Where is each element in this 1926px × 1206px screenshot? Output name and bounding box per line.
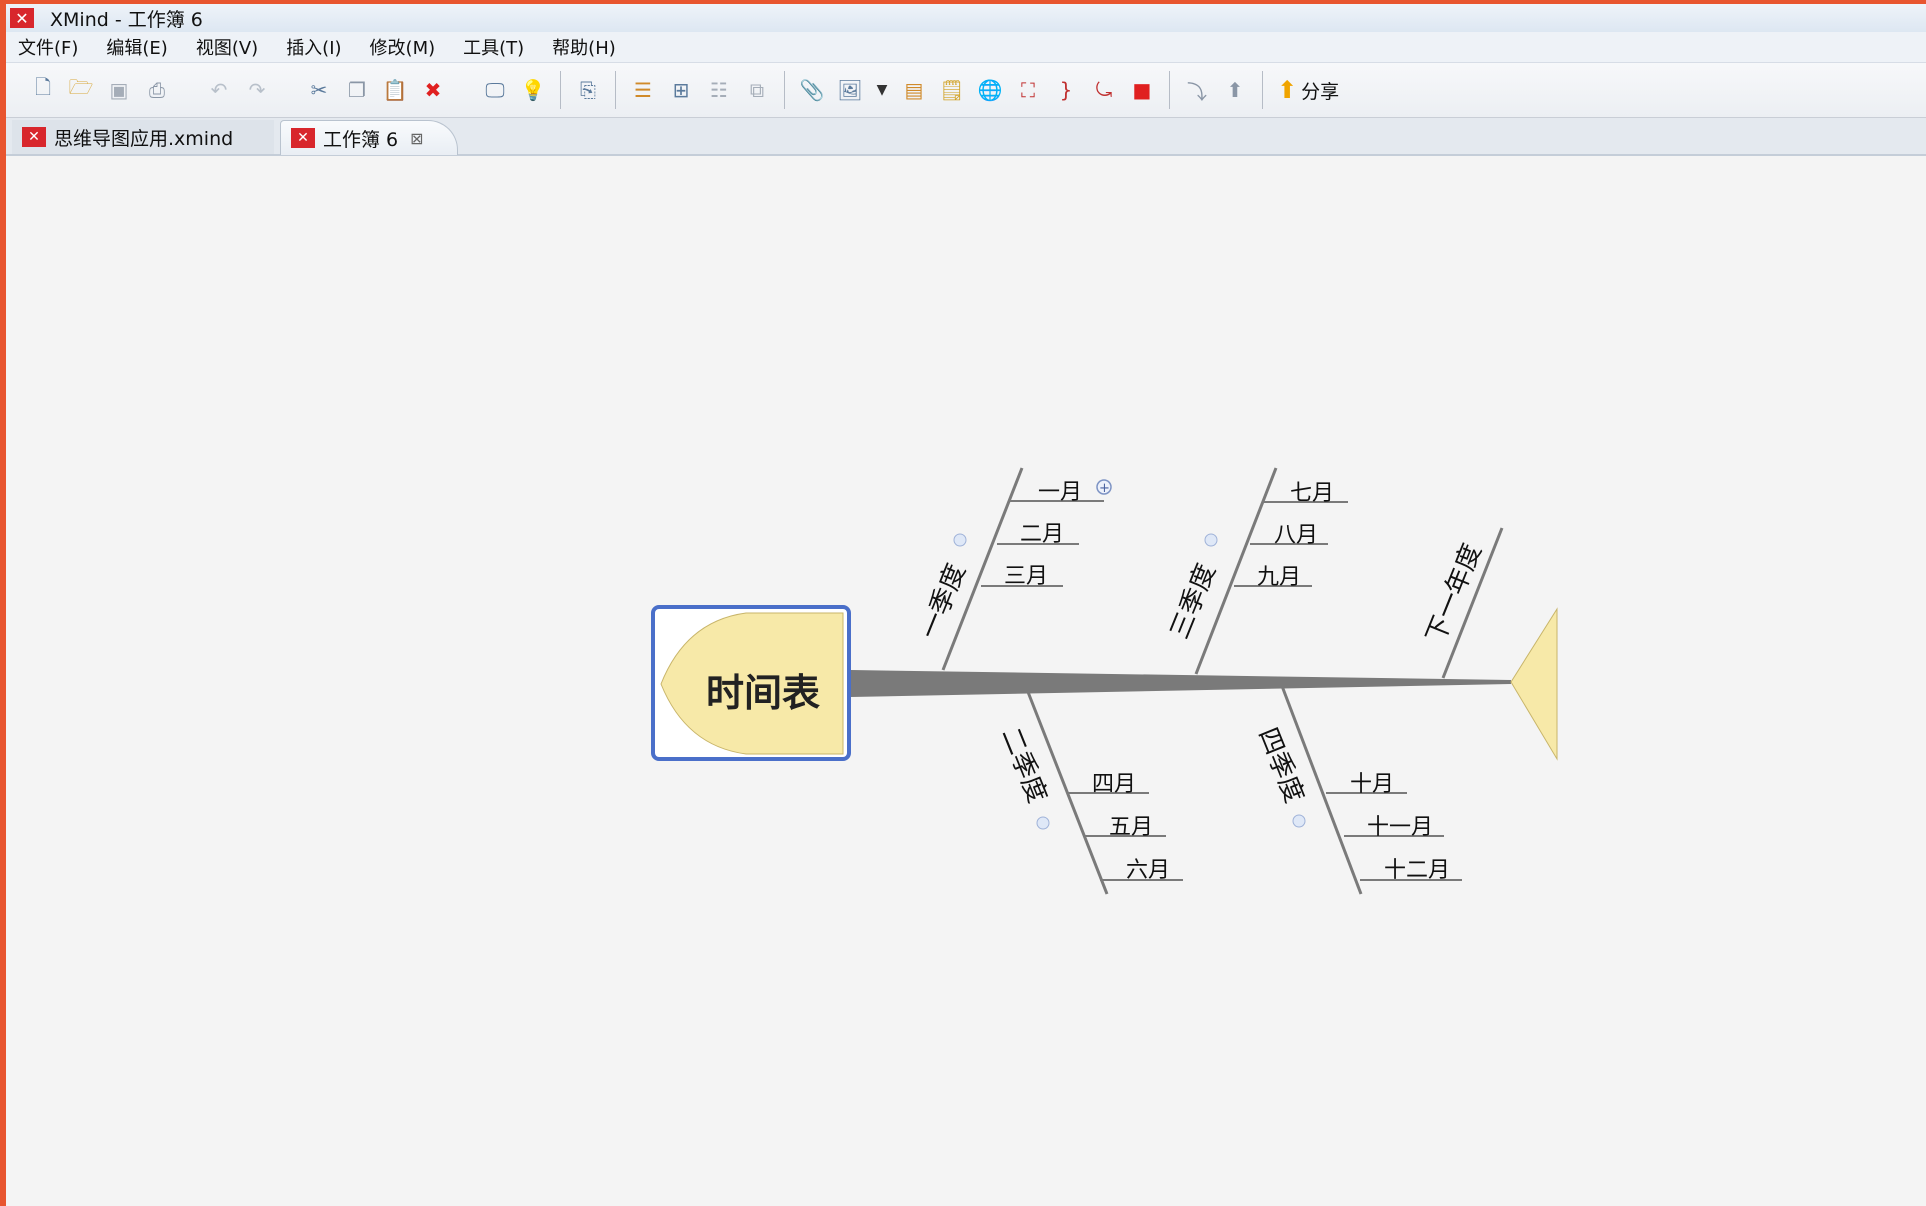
tab-label: 思维导图应用.xmind bbox=[54, 127, 234, 150]
fishbone-tail[interactable] bbox=[1510, 607, 1558, 761]
topic-jul[interactable]: 七月 bbox=[1290, 475, 1334, 507]
toolbar-separator bbox=[1169, 71, 1170, 109]
topic-icon[interactable]: ☰ bbox=[630, 77, 656, 103]
image-icon[interactable]: 🖼 bbox=[837, 77, 863, 103]
title-bar: ✕ XMind - 工作簿 6 bbox=[6, 4, 1926, 32]
presentation-icon[interactable]: 🖵 bbox=[482, 77, 508, 103]
save-icon[interactable]: ▣ bbox=[106, 77, 132, 103]
collapse-toggle-q4[interactable] bbox=[1292, 814, 1306, 828]
dropdown-icon[interactable]: ▼ bbox=[875, 77, 889, 103]
topic-jun[interactable]: 六月 bbox=[1126, 852, 1170, 884]
share-button[interactable]: ⬆ 分享 bbox=[1277, 76, 1339, 104]
tab-mindmap-file[interactable]: ✕ 思维导图应用.xmind bbox=[12, 120, 274, 154]
menu-insert[interactable]: 插入(I) bbox=[274, 34, 353, 60]
xmind-logo-icon: ✕ bbox=[10, 8, 34, 28]
paste-icon[interactable]: 📋 bbox=[382, 77, 408, 103]
summary-icon[interactable]: } bbox=[1053, 77, 1079, 103]
topic-jan[interactable]: 一月 bbox=[1038, 474, 1082, 506]
export-icon[interactable]: ⎘ bbox=[575, 77, 601, 103]
share-label: 分享 bbox=[1301, 80, 1340, 103]
callout-icon[interactable]: ☷ bbox=[706, 77, 732, 103]
topic-sep[interactable]: 九月 bbox=[1257, 559, 1301, 591]
toolbar: 🗋 🗁 ▣ ⎙ ↶ ↷ ✂ ❐ 📋 ✖ 🖵 💡 ⎘ ☰ ⊞ ☷ ⧉ 📎 🖼 ▼ … bbox=[6, 63, 1926, 118]
drill-up-icon[interactable]: ⬆ bbox=[1222, 77, 1248, 103]
topic-oct[interactable]: 十月 bbox=[1350, 766, 1394, 798]
attachment-icon[interactable]: 📎 bbox=[799, 77, 825, 103]
copy-icon[interactable]: ❐ bbox=[344, 77, 370, 103]
toolbar-separator bbox=[615, 71, 616, 109]
subtopic-icon[interactable]: ⊞ bbox=[668, 77, 694, 103]
tab-workbook-6[interactable]: ✕ 工作簿 6 ⊠ bbox=[280, 120, 458, 155]
window-title: XMind - 工作簿 6 bbox=[50, 8, 203, 31]
fishbone-spine bbox=[851, 670, 1511, 697]
toolbar-separator bbox=[560, 71, 561, 109]
open-icon[interactable]: 🗁 bbox=[68, 75, 94, 103]
mindmap-canvas[interactable]: + 时间表 一季度 三季度 下一年度 二季度 四季度 一月 二月 三月 七月 八… bbox=[6, 156, 1926, 1206]
toolbar-separator bbox=[1262, 71, 1263, 109]
undo-icon[interactable]: ↶ bbox=[206, 77, 232, 103]
collapse-toggle-q1[interactable] bbox=[953, 533, 967, 547]
menu-file[interactable]: 文件(F) bbox=[6, 34, 90, 60]
menu-bar: 文件(F) 编辑(E) 视图(V) 插入(I) 修改(M) 工具(T) 帮助(H… bbox=[6, 32, 1926, 63]
cut-icon[interactable]: ✂ bbox=[306, 77, 332, 103]
boundary-icon[interactable]: ⛶ bbox=[1015, 77, 1041, 103]
topic-aug[interactable]: 八月 bbox=[1274, 517, 1318, 549]
fishbone-diagram: + bbox=[651, 467, 1558, 895]
share-icon: ⬆ bbox=[1277, 76, 1298, 104]
hyperlink-icon[interactable]: 🌐 bbox=[977, 77, 1003, 103]
menu-tools[interactable]: 工具(T) bbox=[451, 34, 536, 60]
drill-down-icon[interactable]: ⤵ bbox=[1184, 77, 1210, 104]
new-icon[interactable]: 🗋 bbox=[30, 75, 56, 103]
idea-icon[interactable]: 💡 bbox=[520, 77, 546, 103]
svg-text:+: + bbox=[1099, 481, 1110, 496]
topic-may[interactable]: 五月 bbox=[1109, 809, 1153, 841]
xmind-file-icon: ✕ bbox=[291, 128, 315, 148]
editor-tab-strip: ✕ 思维导图应用.xmind ✕ 工作簿 6 ⊠ bbox=[6, 118, 1926, 156]
delete-icon[interactable]: ✖ bbox=[420, 77, 446, 103]
redo-icon[interactable]: ↷ bbox=[244, 77, 270, 103]
menu-modify[interactable]: 修改(M) bbox=[358, 34, 448, 60]
xmind-file-icon: ✕ bbox=[22, 127, 46, 147]
topic-nov[interactable]: 十一月 bbox=[1367, 809, 1433, 841]
close-icon[interactable]: ⊠ bbox=[410, 129, 423, 148]
stop-icon[interactable]: ■ bbox=[1129, 77, 1155, 103]
topic-feb[interactable]: 二月 bbox=[1020, 516, 1064, 548]
toolbar-separator bbox=[784, 71, 785, 109]
marker-icon[interactable]: ▤ bbox=[901, 77, 927, 103]
topic-mar[interactable]: 三月 bbox=[1004, 558, 1048, 590]
central-topic[interactable]: 时间表 bbox=[706, 662, 820, 717]
menu-edit[interactable]: 编辑(E) bbox=[94, 34, 179, 60]
topic-apr[interactable]: 四月 bbox=[1092, 766, 1136, 798]
note-icon[interactable]: 🗒 bbox=[939, 77, 965, 103]
menu-help[interactable]: 帮助(H) bbox=[540, 34, 628, 60]
topic-dec[interactable]: 十二月 bbox=[1384, 852, 1450, 884]
relationship-icon[interactable]: ⤿ bbox=[1091, 77, 1117, 103]
menu-view[interactable]: 视图(V) bbox=[184, 34, 270, 60]
collapse-toggle-q3[interactable] bbox=[1204, 533, 1218, 547]
tab-label: 工作簿 6 bbox=[323, 128, 399, 151]
print-icon[interactable]: ⎙ bbox=[144, 77, 170, 103]
collapse-toggle-q2[interactable] bbox=[1036, 816, 1050, 830]
floating-topic-icon[interactable]: ⧉ bbox=[744, 77, 770, 103]
